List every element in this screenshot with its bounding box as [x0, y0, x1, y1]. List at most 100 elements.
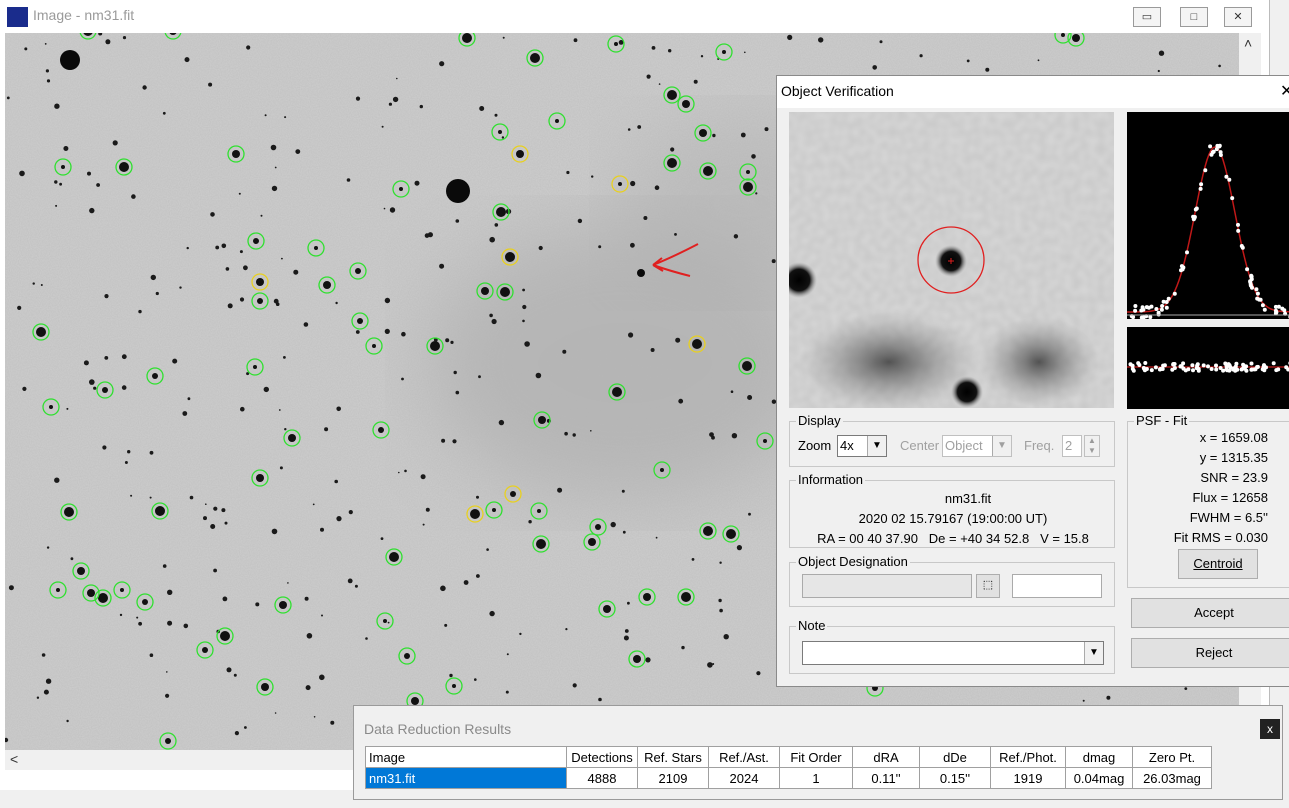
faint-star — [255, 602, 260, 607]
faint-star — [489, 313, 493, 318]
star — [726, 529, 736, 539]
star — [323, 281, 331, 289]
residual-point — [1201, 363, 1206, 368]
faint-star — [355, 96, 361, 101]
app-icon — [7, 7, 28, 27]
residual-point — [1249, 361, 1254, 366]
faint-star — [348, 510, 353, 515]
faint-star — [419, 104, 423, 109]
column-header[interactable]: dRA — [852, 746, 920, 768]
column-header[interactable]: Ref./Ast. — [708, 746, 780, 768]
faint-star — [66, 719, 69, 723]
minimize-button[interactable]: ▭ — [1133, 7, 1161, 27]
faint-star — [748, 512, 751, 516]
drr-title: Data Reduction Results — [364, 721, 512, 737]
star — [538, 416, 546, 424]
faint-star — [565, 628, 568, 631]
star — [614, 42, 618, 46]
psf-point — [1179, 264, 1184, 269]
freq-value: 2 — [1065, 438, 1073, 453]
psf-point — [1236, 228, 1241, 233]
faint-star — [24, 47, 28, 51]
psf-residual-plot — [1127, 327, 1289, 409]
faint-star — [383, 207, 386, 210]
psf-point — [1193, 207, 1198, 212]
freq-input[interactable]: 2 — [1062, 435, 1082, 457]
designation-input[interactable] — [802, 574, 972, 598]
psf-point — [1141, 307, 1146, 312]
residual-point — [1206, 364, 1210, 369]
faint-star — [380, 537, 384, 540]
scroll-up-arrow[interactable]: ˄ — [1244, 35, 1252, 51]
chevron-down-icon[interactable]: ▼ — [867, 436, 886, 456]
zoom-select[interactable]: 4x ▼ — [837, 435, 887, 457]
column-header[interactable]: dmag — [1065, 746, 1133, 768]
faint-star — [136, 616, 139, 619]
table-row[interactable]: nm31.fit 4888 2109 2024 1 0.11'' 0.15'' 1919 0.0… — [365, 767, 1212, 789]
column-header[interactable]: Detections — [566, 746, 638, 768]
column-header[interactable]: Ref./Phot. — [990, 746, 1066, 768]
dialog-close-icon[interactable]: ✕ — [1280, 81, 1289, 101]
psf-point — [1133, 304, 1138, 308]
faint-star — [505, 690, 509, 694]
faint-star — [919, 54, 923, 58]
star — [510, 491, 516, 497]
faint-star — [347, 578, 353, 584]
faint-star — [498, 419, 505, 426]
psf-point — [1159, 307, 1164, 312]
designation-secondary-input[interactable] — [1012, 574, 1102, 598]
faint-star — [598, 245, 602, 249]
star — [530, 53, 540, 63]
star — [742, 361, 752, 371]
column-header[interactable]: dDe — [919, 746, 991, 768]
maximize-button[interactable]: □ — [1180, 7, 1208, 27]
faint-star — [238, 192, 241, 195]
faint-star — [354, 584, 358, 588]
column-header[interactable]: Fit Order — [779, 746, 853, 768]
scroll-left-arrow[interactable]: < — [10, 751, 18, 767]
residual-point — [1218, 366, 1223, 370]
column-header[interactable]: Zero Pt. — [1132, 746, 1212, 768]
column-header[interactable]: Image — [365, 746, 567, 768]
star — [56, 588, 60, 592]
faint-star — [54, 103, 60, 109]
drr-close-icon[interactable]: x — [1260, 719, 1280, 739]
reject-button[interactable]: Reject — [1131, 638, 1289, 668]
faint-star — [287, 582, 289, 584]
psf-point — [1276, 304, 1281, 309]
faint-star — [476, 495, 479, 499]
column-header[interactable]: Ref. Stars — [637, 746, 709, 768]
browse-button[interactable]: ⬚ — [976, 574, 1000, 598]
residual-point — [1214, 367, 1219, 372]
faint-star — [522, 288, 525, 292]
faint-star — [474, 678, 477, 681]
residual-point — [1244, 368, 1249, 373]
center-select[interactable]: Object ▼ — [942, 435, 1012, 457]
faint-star — [227, 303, 233, 309]
faint-star — [104, 356, 109, 360]
faint-star — [142, 85, 147, 90]
accept-button[interactable]: Accept — [1131, 598, 1289, 628]
freq-spinner[interactable]: ▲ ▼ — [1084, 435, 1100, 457]
residual-point — [1143, 361, 1148, 365]
faint-star — [572, 683, 577, 688]
note-select[interactable]: ▼ — [802, 641, 1104, 665]
psf-point — [1273, 308, 1278, 313]
faint-star — [693, 79, 698, 84]
chevron-down-icon[interactable]: ▼ — [992, 436, 1011, 456]
star — [253, 238, 259, 244]
faint-star — [731, 433, 738, 439]
close-button[interactable]: ✕ — [1224, 7, 1252, 27]
faint-star — [675, 337, 681, 343]
faint-star — [213, 506, 218, 511]
psf-point — [1160, 304, 1165, 308]
star — [314, 246, 318, 250]
chevron-down-icon[interactable]: ▼ — [1084, 642, 1103, 664]
centroid-button[interactable]: Centroid — [1178, 549, 1258, 579]
faint-star — [105, 39, 111, 45]
residual-point — [1190, 363, 1195, 368]
thumb-haze — [979, 317, 1099, 407]
faint-star — [621, 489, 625, 493]
star — [462, 33, 472, 43]
bright-star — [446, 179, 470, 203]
